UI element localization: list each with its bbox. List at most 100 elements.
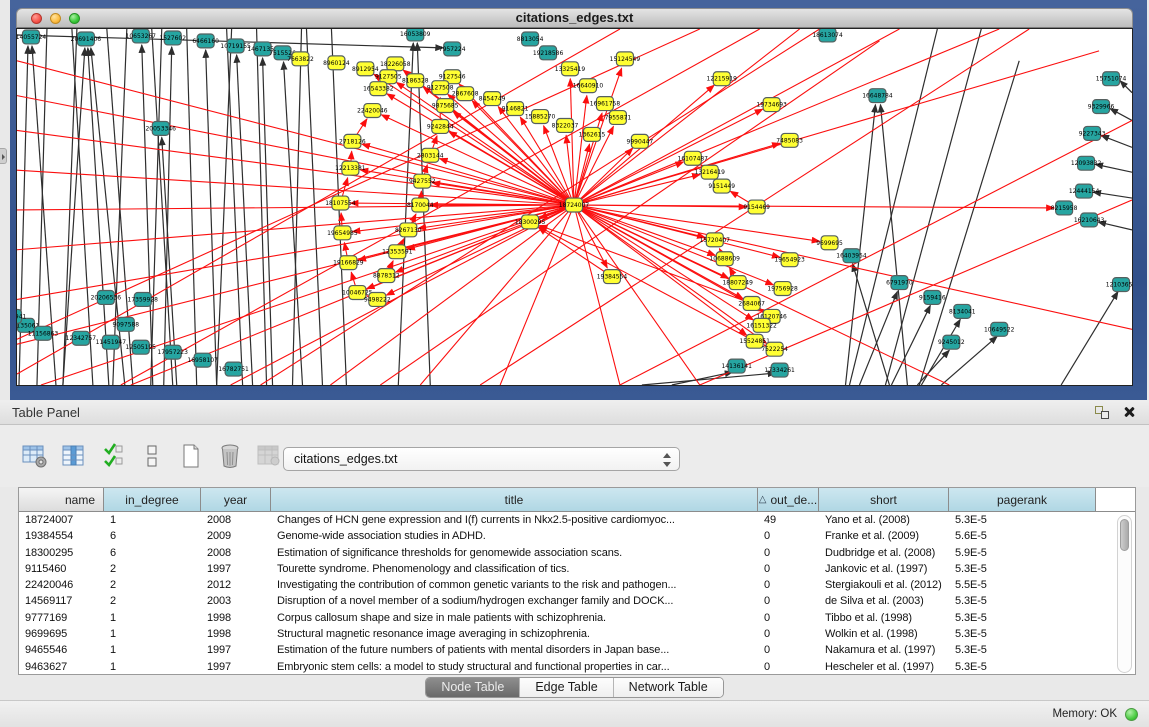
cell-short[interactable]: Yano et al. (2008) — [819, 512, 949, 528]
graph-node[interactable]: 20691406 — [71, 32, 102, 46]
cell-name[interactable]: 9463627 — [19, 659, 104, 674]
cell-title[interactable]: Estimation of the future numbers of pati… — [271, 642, 758, 658]
graph-node[interactable]: 20053346 — [146, 121, 177, 135]
graph-node[interactable]: 15751074 — [1096, 72, 1127, 86]
cell-short[interactable]: Franke et al. (2009) — [819, 528, 949, 544]
graph-node[interactable]: 15885270 — [525, 110, 556, 124]
cell-out_de[interactable]: 0 — [758, 642, 819, 658]
cell-year[interactable]: 1998 — [201, 610, 271, 626]
table-row[interactable]: 946362711997Embryonic stem cells: a mode… — [19, 659, 1115, 674]
graph-node[interactable]: 16648784 — [862, 89, 893, 103]
cell-year[interactable]: 2008 — [201, 545, 271, 561]
cell-out_de[interactable]: 0 — [758, 610, 819, 626]
graph-node[interactable]: 18226058 — [380, 57, 411, 71]
column-header-year[interactable]: year — [201, 488, 271, 512]
deselect-rows-button[interactable] — [137, 441, 167, 471]
memory-status-indicator[interactable] — [1125, 708, 1138, 721]
tab-node-table[interactable]: Node Table — [426, 678, 519, 697]
graph-node[interactable]: 8878312 — [373, 269, 400, 283]
graph-node[interactable]: 18107554 — [325, 196, 356, 210]
cell-in_degree[interactable]: 2 — [104, 561, 201, 577]
citation-network-graph[interactable]: 1405572420691406106532671527602646616010… — [17, 29, 1132, 385]
graph-node[interactable]: 9227343 — [1079, 126, 1106, 140]
network-canvas[interactable]: 1405572420691406106532671527602646616010… — [16, 28, 1133, 386]
cell-pagerank[interactable]: 5.9E-5 — [949, 545, 1096, 561]
graph-node[interactable]: 16107487 — [678, 151, 709, 165]
graph-node[interactable]: 9151449 — [708, 179, 735, 193]
cell-name[interactable]: 9777169 — [19, 610, 104, 626]
cell-title[interactable]: Genome-wide association studies in ADHD. — [271, 528, 758, 544]
cell-name[interactable]: 19384554 — [19, 528, 104, 544]
graph-node[interactable]: 12103654 — [1106, 278, 1132, 292]
new-column-button[interactable] — [176, 441, 206, 471]
tab-edge-table[interactable]: Edge Table — [519, 678, 612, 697]
network-window-titlebar[interactable]: citations_edges.txt — [16, 8, 1133, 28]
graph-node[interactable]: 7485083 — [776, 133, 803, 147]
graph-node[interactable]: 19654985 — [327, 226, 358, 240]
graph-node[interactable]: 12444154 — [1069, 184, 1100, 198]
cell-out_de[interactable]: 0 — [758, 659, 819, 674]
cell-name[interactable]: 18724007 — [19, 512, 104, 528]
cell-pagerank[interactable]: 5.5E-5 — [949, 577, 1096, 593]
graph-node[interactable]: 9329966 — [1088, 100, 1115, 114]
graph-node[interactable]: 9159416 — [919, 291, 946, 305]
cell-pagerank[interactable]: 5.3E-5 — [949, 610, 1096, 626]
table-row[interactable]: 1938455462009Genome-wide association stu… — [19, 528, 1115, 544]
graph-node[interactable]: 12093832 — [1071, 156, 1102, 170]
graph-node[interactable]: 14055724 — [17, 30, 46, 44]
graph-node[interactable]: 8960124 — [323, 56, 350, 70]
graph-node[interactable]: 10688609 — [710, 252, 741, 266]
cell-year[interactable]: 2009 — [201, 528, 271, 544]
graph-node[interactable]: 19218586 — [533, 46, 564, 60]
graph-node[interactable]: 2718126 — [339, 134, 366, 148]
tab-network-table[interactable]: Network Table — [613, 678, 723, 697]
cell-year[interactable]: 2008 — [201, 512, 271, 528]
graph-node[interactable]: 7957224 — [439, 42, 466, 56]
cell-title[interactable]: Investigating the contribution of common… — [271, 577, 758, 593]
cell-short[interactable]: de Silva et al. (2003) — [819, 593, 949, 609]
cell-pagerank[interactable]: 5.3E-5 — [949, 659, 1096, 674]
cell-pagerank[interactable]: 5.3E-5 — [949, 626, 1096, 642]
cell-pagerank[interactable]: 5.6E-5 — [949, 528, 1096, 544]
delete-table-button[interactable] — [254, 441, 284, 471]
graph-node[interactable]: 16053809 — [400, 29, 431, 41]
graph-node[interactable]: 17334261 — [764, 363, 795, 377]
graph-node[interactable]: 8215958 — [1051, 201, 1078, 215]
graph-node[interactable]: 8454749 — [479, 92, 506, 106]
graph-node[interactable]: 16782751 — [218, 362, 249, 376]
cell-short[interactable]: Stergiakouli et al. (2012) — [819, 577, 949, 593]
graph-node[interactable]: 19756928 — [767, 282, 798, 296]
graph-node[interactable]: 9699695 — [816, 236, 843, 250]
cell-year[interactable]: 1998 — [201, 626, 271, 642]
cell-name[interactable]: 9465546 — [19, 642, 104, 658]
graph-node[interactable]: 16403954 — [836, 249, 867, 263]
graph-node[interactable]: 8134041 — [949, 304, 976, 318]
cell-year[interactable]: 2003 — [201, 593, 271, 609]
table-row[interactable]: 1872400712008Changes of HCN gene express… — [19, 512, 1115, 528]
table-row[interactable]: 1830029562008Estimation of significance … — [19, 545, 1115, 561]
table-row[interactable]: 977716911998Corpus callosum shape and si… — [19, 610, 1115, 626]
show-columns-button[interactable] — [59, 441, 89, 471]
cell-name[interactable]: 22420046 — [19, 577, 104, 593]
graph-node[interactable]: 11451947 — [96, 335, 127, 349]
cell-out_de[interactable]: 0 — [758, 528, 819, 544]
column-header-title[interactable]: title — [271, 488, 758, 512]
cell-pagerank[interactable]: 5.3E-5 — [949, 593, 1096, 609]
cell-short[interactable]: Dudbridge et al. (2008) — [819, 545, 949, 561]
left-dock-handle[interactable] — [0, 148, 7, 164]
cell-in_degree[interactable]: 2 — [104, 593, 201, 609]
graph-node[interactable]: 8813054 — [517, 32, 544, 46]
cell-year[interactable]: 1997 — [201, 659, 271, 674]
table-row[interactable]: 969969511998Structural magnetic resonanc… — [19, 626, 1115, 642]
table-row[interactable]: 946554611997Estimation of the future num… — [19, 642, 1115, 658]
cell-in_degree[interactable]: 1 — [104, 626, 201, 642]
table-row[interactable]: 1456911722003Disruption of a novel membe… — [19, 593, 1115, 609]
cell-in_degree[interactable]: 6 — [104, 545, 201, 561]
cell-year[interactable]: 1997 — [201, 561, 271, 577]
table-select-dropdown[interactable]: citations_edges.txt — [283, 447, 680, 471]
cell-title[interactable]: Disruption of a novel member of a sodium… — [271, 593, 758, 609]
cell-out_de[interactable]: 0 — [758, 545, 819, 561]
cell-year[interactable]: 2012 — [201, 577, 271, 593]
graph-node[interactable]: 14136141 — [721, 359, 752, 373]
column-header-short[interactable]: short — [819, 488, 949, 512]
